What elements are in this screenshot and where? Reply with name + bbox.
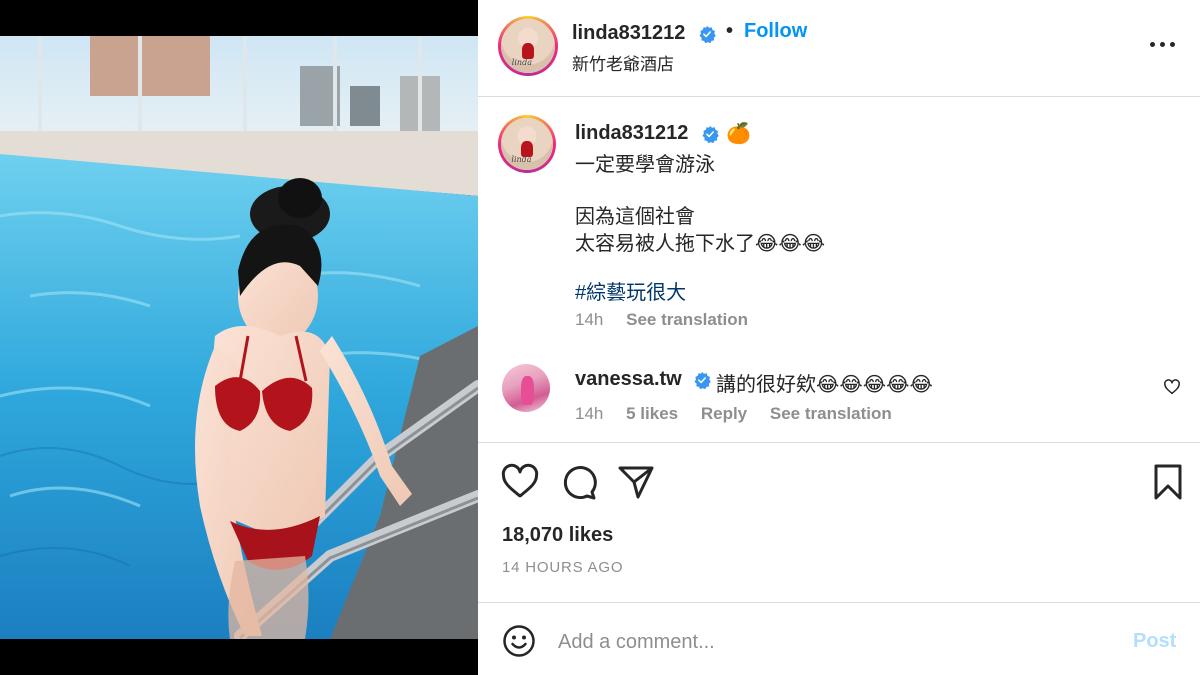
caption-time[interactable]: 14h [575, 310, 603, 329]
separator-dot: • [726, 20, 734, 42]
caption-hashtag-link[interactable]: #綜藝玩很大 [575, 276, 686, 305]
verified-badge-icon [699, 25, 716, 43]
smiley-face-icon[interactable] [502, 624, 536, 658]
heart-outline-icon[interactable] [500, 462, 540, 502]
post-comment-button[interactable]: Post [1133, 630, 1176, 653]
commenter-username[interactable]: vanessa.tw [575, 368, 682, 391]
comment-see-translation-button[interactable]: See translation [770, 404, 892, 423]
comment-likes-link[interactable]: 5 likes [626, 404, 678, 423]
caption-author-avatar[interactable]: linda [498, 115, 556, 173]
post-photo[interactable] [0, 36, 478, 639]
see-translation-button[interactable]: See translation [626, 310, 748, 329]
post-location[interactable]: 新竹老爺酒店 [572, 50, 674, 75]
author-username[interactable]: linda831212 [572, 22, 685, 45]
post-timestamp: 14 HOURS AGO [502, 559, 624, 576]
caption-line: 因為這個社會 [575, 206, 695, 228]
caption-line: 一定要學會游泳 [575, 154, 715, 176]
post-media [0, 0, 478, 675]
caption-line: 太容易被人拖下水了😂😂😂 [575, 233, 826, 255]
caption-emoji: 🍊 [726, 123, 751, 145]
paper-plane-icon[interactable] [616, 462, 656, 502]
bookmark-icon[interactable] [1148, 462, 1188, 502]
caption-username[interactable]: linda831212 [575, 122, 688, 145]
follow-button[interactable]: Follow [744, 20, 807, 43]
post-details-panel: linda linda831212 • Follow 新竹老爺酒店 linda … [478, 0, 1200, 675]
add-comment-input[interactable] [558, 626, 1098, 658]
verified-badge-icon [694, 371, 711, 389]
divider [478, 602, 1200, 603]
divider [478, 442, 1200, 443]
likes-count[interactable]: 18,070 likes [502, 524, 613, 547]
verified-badge-icon [702, 125, 719, 143]
speech-bubble-icon[interactable] [558, 462, 598, 502]
comment-text: 講的很好欸😂😂😂😂😂 [716, 374, 933, 396]
commenter-avatar[interactable] [502, 364, 550, 412]
caption-meta: 14h See translation [575, 310, 766, 330]
comment-meta: 14h 5 likes Reply See translation [575, 404, 910, 424]
more-options-icon[interactable] [1148, 34, 1178, 54]
comment-reply-button[interactable]: Reply [701, 404, 747, 423]
comment-heart-icon[interactable] [1163, 378, 1181, 396]
author-avatar[interactable]: linda [498, 16, 558, 76]
post-header: linda linda831212 • Follow 新竹老爺酒店 [478, 0, 1200, 97]
comment-time[interactable]: 14h [575, 404, 603, 423]
